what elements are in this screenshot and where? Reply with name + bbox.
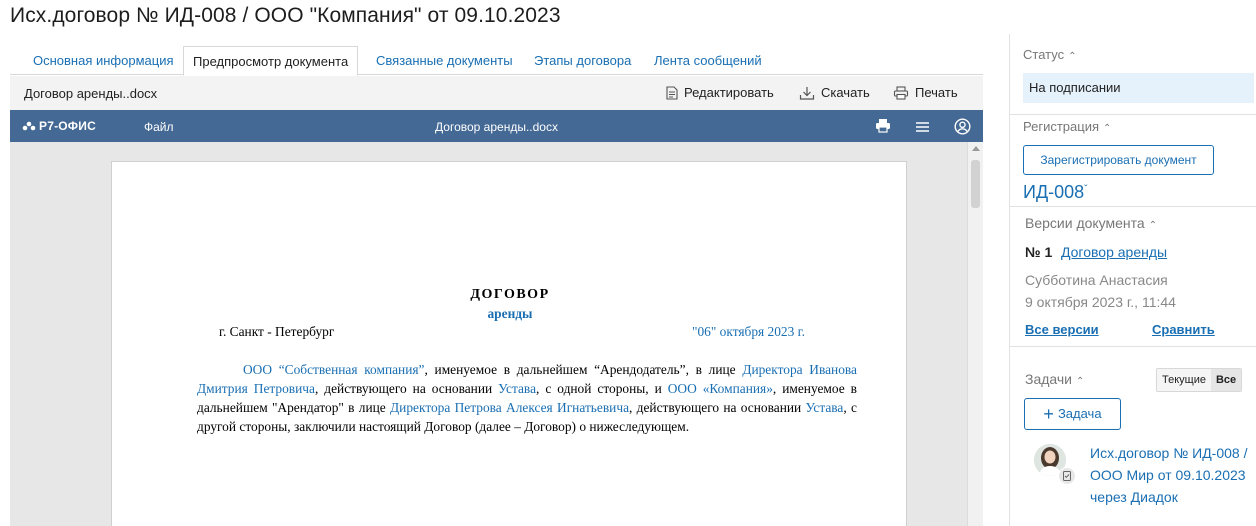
document-subheading: аренды: [487, 306, 533, 321]
chevron-up-icon: ⌃: [1103, 123, 1112, 134]
download-label: Скачать: [821, 85, 870, 100]
chevron-up-icon: ⌃: [1068, 51, 1077, 62]
user-account-icon[interactable]: [954, 118, 971, 140]
status-section-title: Статус: [1023, 47, 1065, 62]
printer-icon: [893, 86, 909, 100]
registration-number-value: ИД-008: [1023, 182, 1085, 202]
field-lessee-basis: Устава: [805, 400, 844, 415]
right-sidebar: Статус ⌃ На подписании Регистрация ⌃ Зарег…: [1009, 34, 1256, 526]
file-name: Договор аренды..docx: [24, 86, 158, 101]
tasks-filter: Текущие Все: [1156, 368, 1243, 392]
scroll-up-arrow-icon[interactable]: [972, 146, 980, 151]
document-paragraph: ООО “Собственная компания”, именуемое в …: [197, 360, 857, 436]
tasks-section-header[interactable]: Задачи ⌃: [1025, 371, 1084, 387]
task-type-icon: [1058, 467, 1076, 485]
editor-print-icon[interactable]: [875, 118, 891, 138]
versions-section-header[interactable]: Версии документа ⌃: [1025, 215, 1157, 231]
divider: [1010, 206, 1256, 207]
add-task-label: Задача: [1057, 406, 1102, 421]
registration-section-header[interactable]: Регистрация ⌃: [1023, 119, 1111, 134]
document-city: г. Санкт - Петербург: [219, 324, 335, 339]
tasks-section-title: Задачи: [1025, 371, 1073, 387]
tab-main-info[interactable]: Основная информация: [33, 46, 174, 75]
scrollbar-thumb[interactable]: [971, 160, 980, 208]
tab-bar: Основная информация Предпросмотр докумен…: [10, 46, 983, 76]
divider: [1010, 346, 1256, 347]
paragraph-text: , действующего на основании: [314, 381, 499, 396]
version-date: 9 октября 2023 г., 11:44: [1025, 294, 1176, 310]
chevron-up-icon: ⌃: [1076, 376, 1085, 387]
document-date: "06" октября 2023 г.: [692, 324, 806, 339]
status-section-header[interactable]: Статус ⌃: [1023, 47, 1077, 62]
hamburger-menu-icon[interactable]: [915, 120, 930, 138]
tab-related-documents[interactable]: Связанные документы: [376, 46, 513, 75]
editor-header: Р7-ОФИС Файл Договор аренды..docx: [10, 110, 983, 142]
filter-all[interactable]: Все: [1210, 369, 1242, 391]
paragraph-text: , действующего на основании: [629, 400, 806, 415]
all-versions-link[interactable]: Все версии: [1025, 322, 1099, 337]
chevron-up-icon: ⌃: [1148, 220, 1158, 231]
field-lessor-basis: Устава: [498, 381, 537, 396]
edit-button[interactable]: Редактировать: [666, 85, 774, 100]
document-viewer: ДОГОВОР аренды г. Санкт - Петербург "06"…: [10, 142, 983, 526]
paragraph-text: , именуемое в дальнейшем “Арендодатель”,…: [424, 362, 743, 377]
download-icon: [799, 87, 815, 100]
version-author: Субботина Анастасия: [1025, 272, 1168, 288]
paragraph-text: , с одной стороны, и: [536, 381, 668, 396]
registration-section-title: Регистрация: [1023, 119, 1099, 134]
add-task-button[interactable]: + Задача: [1024, 398, 1121, 430]
divider: [1010, 114, 1256, 115]
status-value: На подписании: [1023, 73, 1254, 103]
version-document-link[interactable]: Договор аренды: [1061, 244, 1167, 260]
tab-message-feed[interactable]: Лента сообщений: [654, 46, 762, 75]
file-toolbar: Договор аренды..docx Редактировать Скача…: [10, 76, 983, 110]
field-lessee-director: Директора Петрова Алексея Игнатьевича: [390, 400, 630, 415]
print-label: Печать: [915, 85, 958, 100]
tab-document-preview[interactable]: Предпросмотр документа: [183, 46, 359, 76]
editor-document-title: Договор аренды..docx: [435, 120, 558, 134]
chevron-down-icon: ˇ: [1084, 184, 1088, 195]
document-heading: ДОГОВОР: [470, 287, 550, 302]
field-lessor-company: ООО “Собственная компания”: [243, 362, 425, 377]
register-document-button[interactable]: Зарегистрировать документ: [1023, 145, 1214, 175]
page-title: Исх.договор № ИД-008 / ООО "Компания" от…: [10, 4, 561, 27]
document-page: ДОГОВОР аренды г. Санкт - Петербург "06"…: [111, 161, 907, 526]
field-lessee-company: ООО «Компания»: [667, 381, 773, 396]
edit-label: Редактировать: [684, 85, 774, 100]
version-number: № 1: [1025, 244, 1053, 260]
versions-section-title: Версии документа: [1025, 215, 1145, 231]
registration-number[interactable]: ИД-008ˇ: [1023, 182, 1088, 203]
task-item-title[interactable]: Исх.договор № ИД-008 / ООО Мир от 09.10.…: [1090, 442, 1250, 508]
document-scrollbar[interactable]: [967, 142, 983, 526]
plus-icon: +: [1043, 404, 1054, 424]
print-button[interactable]: Печать: [893, 85, 958, 100]
filter-current[interactable]: Текущие: [1157, 369, 1211, 391]
download-button[interactable]: Скачать: [799, 85, 870, 100]
tab-contract-stages[interactable]: Этапы договора: [534, 46, 631, 75]
document-edit-icon: [666, 86, 678, 100]
compare-link[interactable]: Сравнить: [1152, 322, 1215, 337]
